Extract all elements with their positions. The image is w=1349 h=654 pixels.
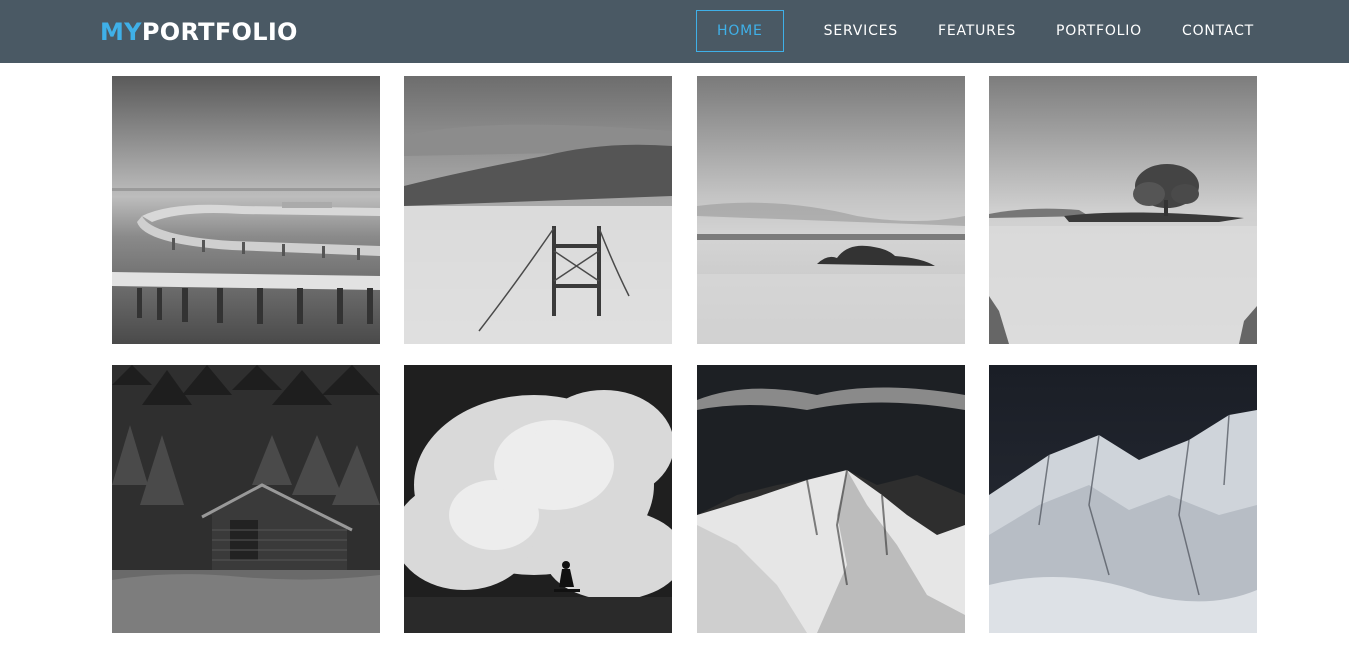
rock-sea-image bbox=[697, 76, 965, 344]
brand-logo-prefix: MY bbox=[100, 18, 142, 46]
nav-item-services[interactable]: SERVICES bbox=[804, 11, 918, 51]
gallery-item-pier[interactable] bbox=[112, 76, 380, 344]
surfer-image bbox=[404, 365, 672, 633]
brand-logo-suffix: PORTFOLIO bbox=[141, 18, 298, 46]
pier-image bbox=[112, 76, 380, 344]
brand-logo[interactable]: MYPORTFOLIO bbox=[100, 17, 298, 47]
gallery-item-rock-sea[interactable] bbox=[697, 76, 965, 344]
cabin-image bbox=[112, 365, 380, 633]
nav-item-features[interactable]: FEATURES bbox=[918, 11, 1036, 51]
gallery-item-bridge[interactable] bbox=[404, 76, 672, 344]
gallery-item-mountain-slope[interactable] bbox=[989, 365, 1257, 633]
nav-item-portfolio[interactable]: PORTFOLIO bbox=[1036, 11, 1162, 51]
mountain-slope-image bbox=[989, 365, 1257, 633]
main-nav: HOME SERVICES FEATURES PORTFOLIO CONTACT bbox=[696, 10, 1274, 52]
gallery-item-tree-island[interactable] bbox=[989, 76, 1257, 344]
gallery-item-surfer[interactable] bbox=[404, 365, 672, 633]
bridge-image bbox=[404, 76, 672, 344]
gallery-item-mountain-peaks[interactable] bbox=[697, 365, 965, 633]
tree-island-image bbox=[989, 76, 1257, 344]
nav-item-contact[interactable]: CONTACT bbox=[1162, 11, 1274, 51]
nav-item-home[interactable]: HOME bbox=[696, 10, 784, 52]
mountain-peaks-image bbox=[697, 365, 965, 633]
top-navbar: MYPORTFOLIO HOME SERVICES FEATURES PORTF… bbox=[0, 0, 1349, 63]
gallery-item-cabin[interactable] bbox=[112, 365, 380, 633]
